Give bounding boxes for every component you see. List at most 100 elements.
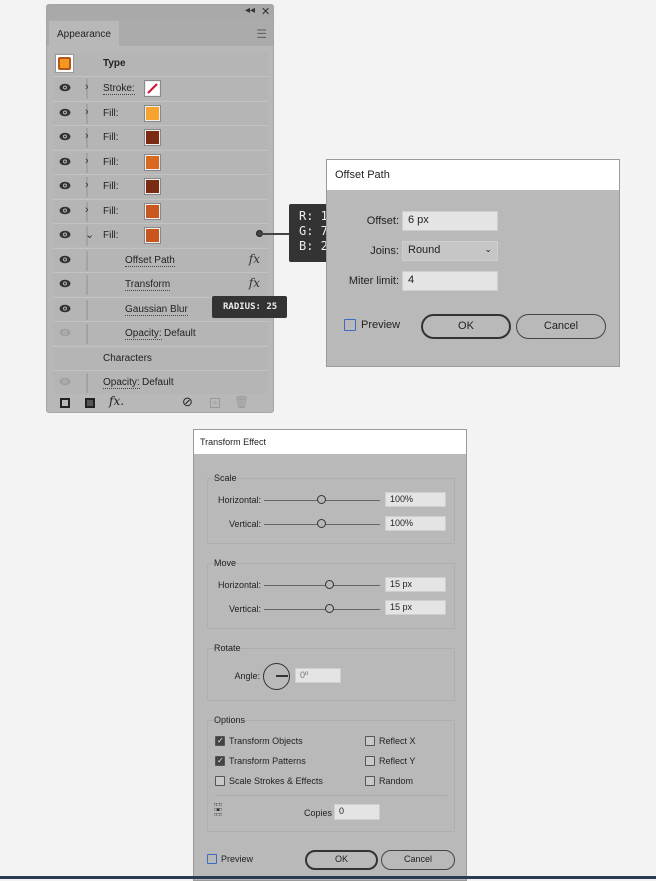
close-icon[interactable]: ✕ (261, 5, 270, 18)
appearance-row-fill[interactable]: › Fill: (53, 125, 268, 149)
visibility-eye-icon[interactable] (59, 157, 71, 166)
appearance-row-opacity[interactable]: Opacity: Default (53, 321, 268, 345)
angle-dial[interactable] (263, 663, 290, 690)
fill-swatch[interactable] (144, 104, 161, 122)
tab-appearance[interactable]: Appearance (49, 21, 119, 48)
scale-strokes-checkbox[interactable] (215, 776, 225, 786)
visibility-eye-icon[interactable] (59, 181, 71, 190)
preview-label: Preview (361, 319, 401, 331)
copies-label: Copies (304, 808, 333, 818)
angle-input[interactable]: 0º (295, 668, 341, 683)
copies-input[interactable]: 0 (334, 804, 380, 820)
preview-checkbox[interactable] (344, 319, 356, 331)
visibility-eye-icon[interactable] (59, 108, 71, 117)
chevron-right-icon[interactable]: › (85, 130, 89, 142)
scale-horizontal-thumb[interactable] (317, 495, 326, 504)
move-horizontal-input[interactable]: 15 px (385, 577, 446, 592)
chevron-right-icon[interactable]: › (85, 81, 89, 93)
fill-swatch[interactable] (144, 153, 161, 171)
options-title: Options (214, 715, 246, 725)
opacity-link[interactable]: Opacity: (103, 377, 140, 389)
miter-limit-input[interactable]: 4 (402, 271, 498, 291)
panel-menu-icon[interactable]: ☰ (256, 27, 267, 41)
appearance-row-stroke[interactable]: › Stroke: (53, 76, 268, 100)
visibility-eye-icon[interactable] (59, 377, 71, 386)
move-horizontal-thumb[interactable] (325, 580, 334, 589)
visibility-eye-icon[interactable] (59, 304, 71, 313)
fill-label: Fill: (103, 107, 119, 119)
reflect-y-checkbox[interactable] (365, 756, 375, 766)
visibility-eye-icon[interactable] (59, 83, 71, 92)
move-vertical-input[interactable]: 15 px (385, 600, 446, 615)
cancel-button[interactable]: Cancel (381, 850, 455, 870)
visibility-eye-icon[interactable] (59, 279, 71, 288)
appearance-row-fill[interactable]: › Fill: (53, 149, 268, 174)
scale-vertical-thumb[interactable] (317, 519, 326, 528)
joins-value: Round (408, 244, 441, 256)
visibility-eye-icon[interactable] (59, 132, 71, 141)
row-separator (86, 275, 88, 295)
appearance-row-effect[interactable]: Offset Path fx (53, 247, 268, 272)
appearance-row-fill[interactable]: › Fill: (53, 198, 268, 223)
scale-strokes-label: Scale Strokes & Effects (229, 776, 323, 786)
effect-link[interactable]: Transform (125, 279, 171, 291)
fill-swatch[interactable] (144, 227, 161, 244)
appearance-row-effect[interactable]: Transform fx (53, 272, 268, 296)
add-stroke-icon[interactable] (60, 398, 70, 408)
transform-patterns-checkbox[interactable] (215, 756, 225, 766)
reflect-x-checkbox[interactable] (365, 736, 375, 746)
appearance-row-fill[interactable]: › Fill: (53, 100, 268, 125)
chevron-right-icon[interactable]: › (85, 106, 89, 118)
collapse-icon[interactable]: ◂◂ (245, 5, 255, 16)
appearance-row-section[interactable]: Characters (53, 345, 268, 370)
scale-horizontal-input[interactable]: 100% (385, 492, 446, 507)
visibility-eye-icon[interactable] (59, 255, 71, 264)
chevron-right-icon[interactable]: › (85, 155, 89, 167)
add-effect-fx-icon[interactable]: fx. (109, 394, 124, 408)
visibility-eye-icon[interactable] (59, 230, 71, 239)
effect-link[interactable]: Offset Path (125, 255, 175, 267)
chevron-right-icon[interactable]: › (85, 204, 89, 216)
visibility-eye-icon[interactable] (59, 206, 71, 215)
ok-button[interactable]: OK (305, 850, 378, 870)
stroke-swatch-none[interactable] (144, 80, 161, 97)
ok-button[interactable]: OK (421, 314, 511, 339)
type-header-row[interactable]: Type (53, 52, 268, 76)
appearance-row-opacity2[interactable]: Opacity: Default (53, 370, 268, 394)
appearance-row-fill[interactable]: ⌄ Fill: (53, 223, 268, 247)
scale-title: Scale (214, 473, 237, 483)
fill-label: Fill: (103, 156, 119, 168)
move-vertical-slider[interactable] (264, 609, 380, 610)
reflect-y-label: Reflect Y (379, 756, 416, 766)
transform-objects-checkbox[interactable] (215, 736, 225, 746)
visibility-eye-icon[interactable] (59, 328, 71, 337)
random-checkbox[interactable] (365, 776, 375, 786)
fill-label: Fill: (103, 205, 119, 217)
cancel-button[interactable]: Cancel (516, 314, 606, 339)
joins-select[interactable]: Round ⌄ (402, 241, 498, 261)
preview-label: Preview (221, 854, 254, 864)
opacity-value: Default (142, 377, 174, 388)
appearance-row-fill[interactable]: › Fill: (53, 174, 268, 198)
move-vertical-thumb[interactable] (325, 604, 334, 613)
effect-link[interactable]: Gaussian Blur (125, 304, 188, 316)
opacity-link[interactable]: Opacity: (125, 328, 162, 340)
fill-swatch[interactable] (144, 129, 161, 146)
clear-appearance-icon[interactable]: ⊘ (182, 394, 193, 410)
connector-line (262, 233, 290, 235)
appearance-panel: ◂◂ ✕ Appearance ☰ Type › Stroke: › Fill: › Fi… (46, 4, 274, 413)
preview-checkbox[interactable] (207, 854, 217, 864)
offset-input[interactable]: 6 px (402, 211, 498, 231)
duplicate-item-icon[interactable]: + (210, 398, 220, 408)
chevron-right-icon[interactable]: › (85, 179, 89, 191)
move-horizontal-slider[interactable] (264, 585, 380, 586)
fill-swatch[interactable] (144, 178, 161, 195)
scale-vertical-input[interactable]: 100% (385, 516, 446, 531)
panel-footer: fx. ⊘ + 🗑 (47, 393, 273, 413)
delete-icon[interactable]: 🗑 (234, 395, 249, 409)
add-fill-icon[interactable] (85, 398, 95, 408)
chevron-down-icon[interactable]: ⌄ (85, 228, 94, 241)
fill-swatch[interactable] (144, 202, 161, 220)
stroke-label[interactable]: Stroke: (103, 83, 135, 95)
reference-point-icon[interactable]: □□□ □■□ □□□ (214, 803, 229, 818)
